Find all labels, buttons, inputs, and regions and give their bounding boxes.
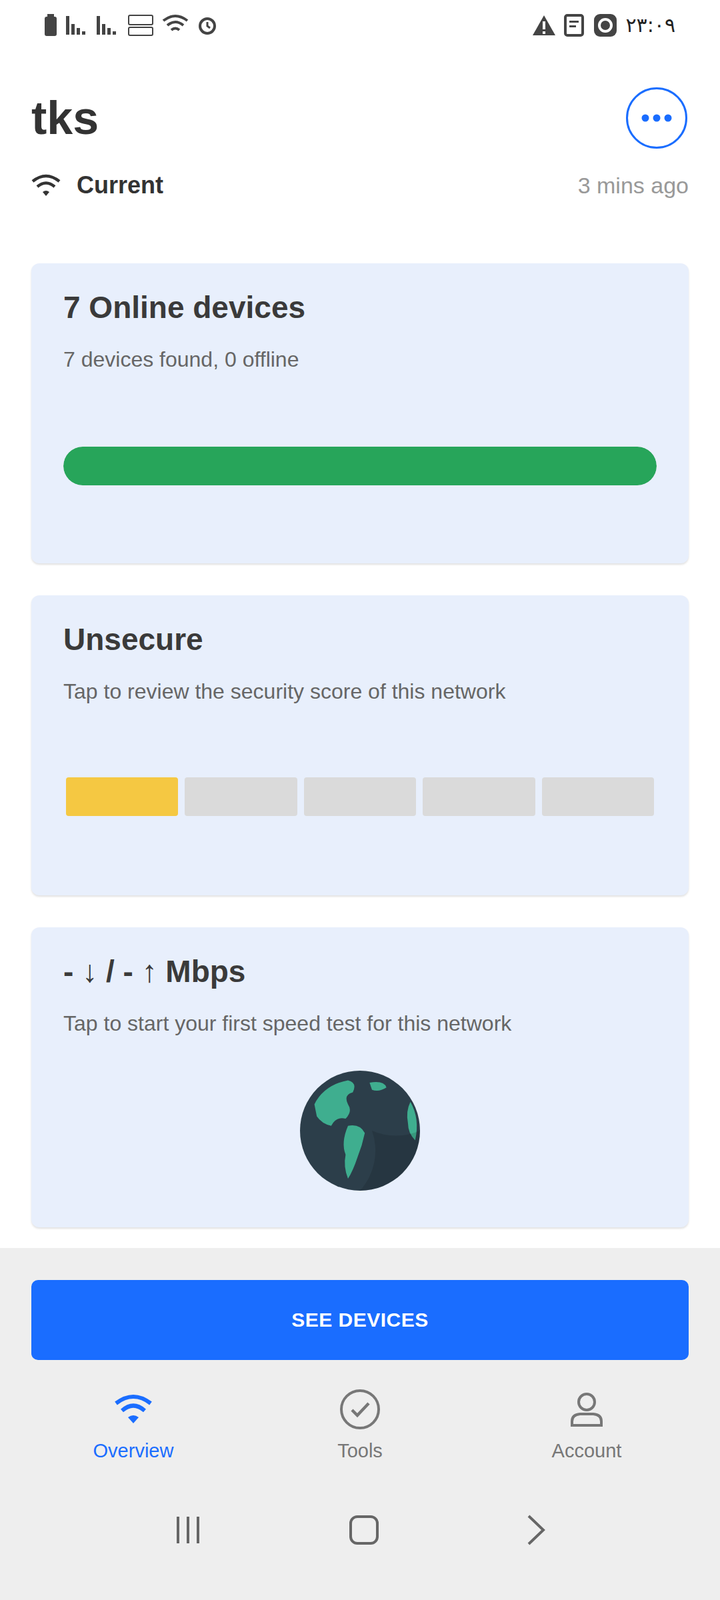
security-meter [63, 777, 657, 816]
wifi-icon [31, 173, 61, 198]
meter-segment [422, 777, 535, 816]
wifi-icon [162, 14, 189, 37]
back-icon[interactable] [524, 1513, 548, 1547]
wifi-icon [113, 1392, 154, 1426]
meter-segment [542, 777, 654, 816]
bottom-nav: Overview Tools Account [0, 1388, 720, 1462]
card-subtitle: Tap to start your first speed test for t… [63, 1010, 657, 1038]
notes-icon [564, 14, 586, 37]
connection: Current [31, 171, 164, 200]
volte-icon [127, 14, 154, 37]
recents-icon[interactable] [172, 1514, 204, 1546]
card-title: 7 Online devices [63, 288, 657, 328]
signal-icon [66, 14, 89, 36]
nav-label: Overview [93, 1440, 174, 1462]
alarm-icon [196, 14, 218, 36]
more-icon [641, 114, 672, 122]
check-circle-icon [339, 1388, 381, 1430]
nav-item[interactable]: Tools [280, 1388, 440, 1462]
meter-segment [66, 777, 178, 816]
updated-time: 3 mins ago [578, 172, 689, 199]
header: tks [31, 84, 689, 152]
clock: ۲۳:۰۹ [625, 13, 676, 37]
connection-row: Current 3 mins ago [31, 168, 689, 202]
nav-item[interactable]: Overview [53, 1388, 214, 1462]
home-icon[interactable] [348, 1514, 380, 1546]
card-subtitle: Tap to review the security score of this… [63, 678, 657, 706]
nav-label: Tools [337, 1440, 383, 1462]
nav-icon-holder [339, 1388, 381, 1431]
more-button[interactable] [626, 87, 688, 149]
nav-label: Account [552, 1440, 622, 1462]
system-nav [0, 1486, 720, 1600]
nav-item[interactable]: Account [506, 1388, 667, 1462]
progress-fill [63, 446, 657, 486]
signal-icon [96, 14, 120, 36]
cards: 7 Online devices 7 devices found, 0 offli… [31, 263, 689, 1228]
app-icon [593, 13, 618, 38]
globe [63, 1070, 657, 1191]
connection-label: Current [76, 171, 164, 200]
bottom-bar: SEE DEVICES Overview Tools Account [0, 1248, 720, 1600]
warning-icon [532, 14, 556, 36]
status-icons [43, 14, 218, 37]
progress-card[interactable]: 7 Online devices 7 devices found, 0 offli… [31, 263, 689, 564]
status-bar: ۲۳:۰۹ [31, 0, 689, 50]
card-title: - ↓ / - ↑ Mbps [63, 952, 657, 992]
person-icon [568, 1390, 606, 1428]
globe-icon [300, 1070, 420, 1191]
nav-icon-holder [113, 1388, 154, 1431]
progress-track [63, 446, 657, 486]
meter-segment [304, 777, 416, 816]
button-label: SEE DEVICES [291, 1308, 429, 1332]
segments-card[interactable]: Unsecure Tap to review the security score… [31, 595, 689, 896]
top-section: ۲۳:۰۹ tks Current 3 mins ago 7 Online device… [0, 0, 720, 1228]
meter-segment [184, 777, 297, 816]
card-subtitle: 7 devices found, 0 offline [63, 346, 657, 374]
status-icons-right: ۲۳:۰۹ [532, 13, 676, 38]
card-title: Unsecure [63, 620, 657, 660]
battery-icon [43, 14, 58, 37]
nav-icon-holder [568, 1388, 606, 1431]
network-name: tks [31, 90, 99, 146]
see-devices-button[interactable]: SEE DEVICES [31, 1280, 689, 1360]
speed-card[interactable]: - ↓ / - ↑ Mbps Tap to start your first sp… [31, 927, 689, 1228]
